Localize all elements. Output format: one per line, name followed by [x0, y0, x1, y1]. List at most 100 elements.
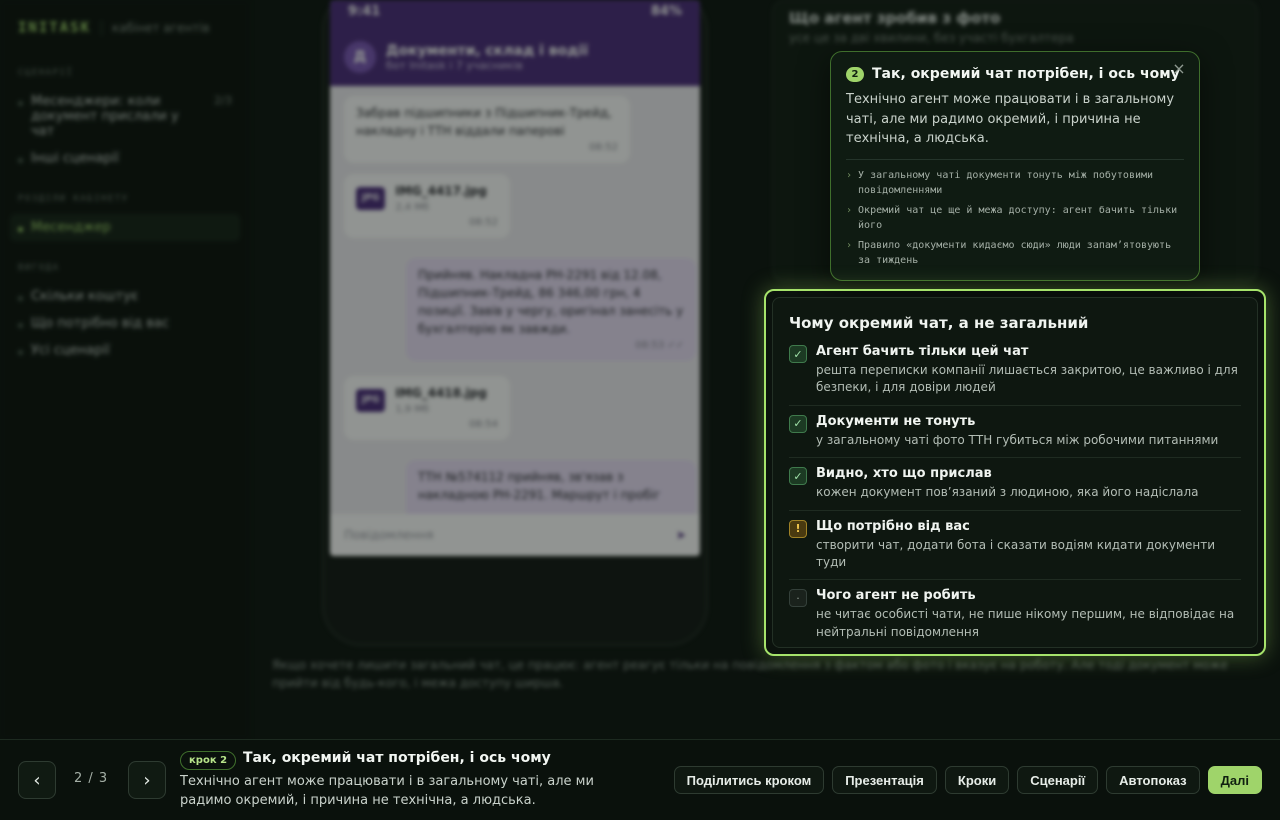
- sidebar-section-title: ВИГОДА: [18, 263, 60, 273]
- bullet-icon: [18, 350, 23, 355]
- step-description: Технічно агент може працювати і в загаль…: [180, 774, 594, 808]
- tooltip-bullet: › Окремий чат це ще й межа доступу: агент…: [846, 203, 1184, 234]
- divider: [846, 158, 1184, 160]
- steps-button[interactable]: Кроки: [944, 766, 1010, 794]
- brand-divider: [101, 21, 103, 35]
- check-icon: ✓: [789, 414, 807, 433]
- message-time: 08:54: [469, 419, 498, 430]
- sidebar-item-count: 2/3: [214, 94, 232, 107]
- warning-icon: !: [789, 519, 807, 538]
- chat-message: Забрав підшипники з Підшипник-Трейд, нак…: [344, 96, 630, 163]
- jpg-file-icon: JPG: [356, 388, 386, 413]
- panel-row: · Чого агент не робить не читає особисті…: [789, 588, 1241, 649]
- check-icon: ✓: [789, 345, 807, 363]
- row-title: Документи не тонуть: [816, 413, 976, 429]
- bullet-icon: [18, 296, 23, 301]
- phone-mockup: 9:41 84% Д Документи, склад і водії бот …: [322, 0, 708, 646]
- chevron-right-icon: ›: [846, 239, 853, 251]
- brand: INITASK кабінет агентів: [10, 18, 240, 38]
- action-buttons: Поділитись кроком Презентація Кроки Сцен…: [673, 766, 1262, 794]
- step-tooltip: 2 Так, окремий чат потрібен, і ось чому …: [830, 51, 1200, 281]
- row-description: не читає особисті чати, не пише нікому п…: [816, 607, 1235, 639]
- sidebar-item-messenger[interactable]: Месенджер: [10, 214, 240, 241]
- sidebar-section-title: РОЗДІЛИ КАБІНЕТУ: [18, 194, 129, 204]
- row-description: у загальному чаті фото ТТН губиться між …: [816, 432, 1219, 447]
- autoplay-button[interactable]: Автопоказ: [1106, 766, 1200, 794]
- share-step-button[interactable]: Поділитись кроком: [673, 766, 825, 794]
- brand-subtitle: кабінет агентів: [112, 21, 210, 35]
- step-number-badge: 2: [846, 66, 864, 82]
- sidebar-section-title: СЦЕНАРІЇ: [18, 68, 74, 78]
- sidebar-item-all-scenarios[interactable]: Усі сценарії: [10, 337, 240, 364]
- bullet-icon: [18, 227, 23, 232]
- step-badge: крок 2: [180, 751, 237, 770]
- chat-message-reply: Прийняв. Накладна РН-2291 від 12.08, Під…: [406, 258, 696, 361]
- row-title: Що потрібно від вас: [816, 518, 970, 534]
- chat-file-message[interactable]: JPG IMG_4417.jpg 2,4 Мб 08:52: [344, 174, 510, 238]
- chevron-right-icon: ›: [846, 169, 853, 181]
- next-button[interactable]: Далі: [1207, 766, 1262, 794]
- sidebar-item-label: Месенджери: коли документ прислали у чат: [31, 94, 179, 139]
- results-panel-subtitle: усе це за дві хвилини, без участі бухгал…: [789, 31, 1074, 45]
- chat-message-reply: ТТН №574112 прийняв, зв'язав з накладною…: [406, 460, 696, 520]
- highlighted-panel: Чому окремий чат, а не загальний ✓ Агент…: [764, 289, 1266, 656]
- message-text: ТТН №574112 прийняв, зв'язав з накладною…: [418, 470, 661, 502]
- chat-subtitle: бот Initask і 7 учасників: [386, 58, 523, 72]
- row-description: решта переписки компанії лишається закри…: [816, 363, 1238, 395]
- file-name: IMG_4417.jpg: [395, 184, 487, 198]
- panel-row: ✓ Агент бачить тільки цей чат решта пере…: [789, 344, 1241, 406]
- panel-title: Чому окремий чат, а не загальний: [789, 314, 1089, 332]
- message-composer[interactable]: Повідомлення ➤: [330, 514, 700, 556]
- brand-logo: INITASK: [18, 20, 92, 36]
- next-step-button[interactable]: ›: [128, 761, 166, 799]
- sidebar-item-other-scenarios[interactable]: Інші сценарії: [10, 145, 240, 172]
- tooltip-title: Так, окремий чат потрібен, і ось чому: [872, 66, 1180, 82]
- step-counter: 2 / 3: [74, 771, 109, 786]
- chat-file-message[interactable]: JPG IMG_4418.jpg 1,9 Мб 08:54: [344, 376, 510, 440]
- chevron-left-icon: ‹: [33, 769, 41, 791]
- row-title: Видно, хто що прислав: [816, 466, 992, 482]
- tour-bottom-bar: ‹ 2 / 3 › крок 2 Так, окремий чат потріб…: [0, 739, 1280, 820]
- prev-step-button[interactable]: ‹: [18, 761, 56, 799]
- row-description: кожен документ пов’язаний з людиною, яка…: [816, 485, 1199, 500]
- sidebar-item-label: Месенджер: [31, 220, 111, 235]
- chevron-right-icon: ›: [143, 769, 151, 791]
- tooltip-text: Технічно агент може працювати і в загаль…: [846, 92, 1175, 146]
- step-title: Так, окремий чат потрібен, і ось чому: [243, 750, 551, 766]
- message-time: 08:53 ✓✓: [635, 340, 684, 351]
- message-time: 08:52: [589, 142, 618, 153]
- sidebar: INITASK кабінет агентів СЦЕНАРІЇ Месендж…: [0, 0, 250, 740]
- chat-header: Д Документи, склад і водії бот Initask і…: [330, 28, 700, 86]
- row-title: Агент бачить тільки цей чат: [816, 344, 1029, 359]
- close-icon[interactable]: ×: [1169, 59, 1189, 79]
- status-battery: 84%: [650, 4, 682, 19]
- sidebar-item-messengers-scenario[interactable]: Месенджери: коли документ прислали у чат…: [10, 88, 240, 145]
- row-title: Чого агент не робить: [816, 588, 976, 604]
- bullet-icon: [18, 158, 23, 163]
- file-size: 1,9 Мб: [395, 404, 430, 415]
- sidebar-item-requirements[interactable]: Що потрібно від вас: [10, 310, 240, 337]
- file-name: IMG_4418.jpg: [395, 386, 487, 400]
- sidebar-item-label: Що потрібно від вас: [31, 316, 169, 331]
- scenarios-button[interactable]: Сценарії: [1017, 766, 1099, 794]
- jpg-file-icon: JPG: [356, 186, 386, 211]
- sidebar-item-cost[interactable]: Скільки коштує: [10, 283, 240, 310]
- message-text: Забрав підшипники з Підшипник-Трейд, нак…: [356, 106, 612, 138]
- avatar: Д: [344, 41, 376, 73]
- phone-caption: Якщо хочете лишити загальний чат, це пра…: [272, 658, 1228, 690]
- bullet-icon: [18, 101, 23, 106]
- status-time: 9:41: [348, 4, 381, 19]
- send-icon[interactable]: ➤: [676, 528, 686, 542]
- message-text: Прийняв. Накладна РН-2291 від 12.08, Під…: [418, 268, 684, 336]
- bullet-icon: [18, 323, 23, 328]
- phone-status-bar: 9:41 84%: [330, 0, 700, 28]
- sidebar-item-label: Інші сценарії: [31, 151, 119, 166]
- check-icon: ✓: [789, 467, 807, 486]
- dot-icon: ·: [789, 589, 807, 608]
- presentation-button[interactable]: Презентація: [832, 766, 937, 794]
- phone-screen: 9:41 84% Д Документи, склад і водії бот …: [330, 0, 700, 556]
- row-description: створити чат, додати бота і сказати воді…: [816, 537, 1216, 569]
- chevron-right-icon: ›: [846, 204, 853, 216]
- composer-input[interactable]: Повідомлення: [344, 528, 433, 542]
- chat-title: Документи, склад і водії: [386, 42, 589, 59]
